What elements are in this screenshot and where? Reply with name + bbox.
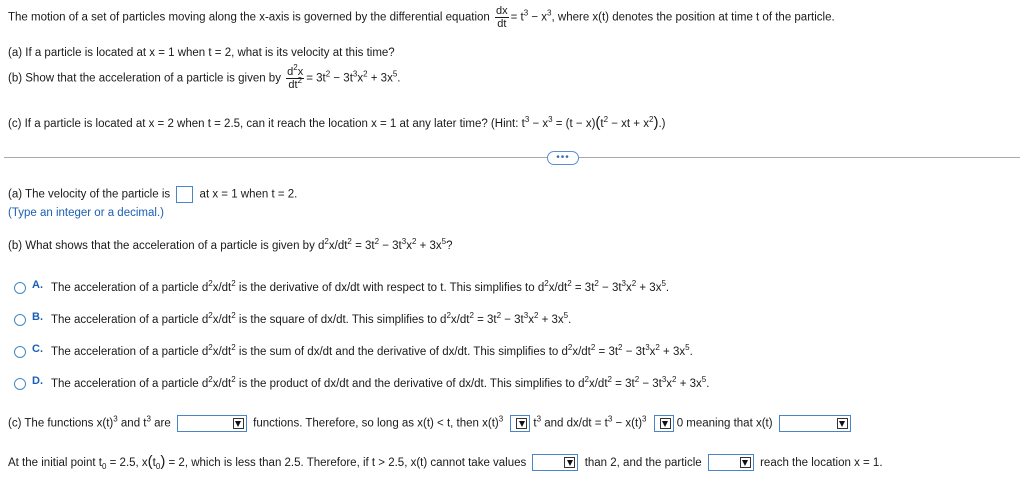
answer-a-line: (a) The velocity of the particle is at x… — [8, 186, 297, 203]
more-button[interactable]: ••• — [547, 151, 579, 165]
comparison-select-2[interactable] — [653, 415, 674, 432]
functions-type-select[interactable] — [176, 415, 247, 432]
velocity-input[interactable] — [176, 186, 194, 203]
option-c-radio[interactable] — [14, 346, 26, 358]
chevron-down-icon — [232, 418, 244, 429]
answer-c-line2: At the initial point t0 = 2.5, x(t0) = 2… — [8, 453, 883, 472]
intro-text: The motion of a set of particles moving … — [8, 11, 490, 24]
reach-select[interactable] — [707, 454, 754, 472]
part-a-question: (a) If a particle is located at x = 1 wh… — [8, 47, 395, 59]
option-a-radio[interactable] — [14, 282, 26, 294]
chevron-down-icon — [659, 418, 671, 429]
option-c[interactable]: C. The acceleration of a particle d2x/dt2… — [14, 343, 693, 358]
monotonic-select[interactable] — [778, 415, 851, 432]
chevron-down-icon — [564, 457, 576, 469]
chevron-down-icon — [836, 418, 848, 429]
answer-a-hint: (Type an integer or a decimal.) — [8, 207, 164, 219]
chevron-down-icon — [739, 457, 751, 469]
part-c-question: (c) If a particle is located at x = 2 wh… — [8, 114, 666, 131]
option-b-radio[interactable] — [14, 314, 26, 326]
part-b-question: (b) Show that the acceleration of a part… — [8, 63, 401, 92]
answer-c-line1: (c) The functions x(t)3 and t3 are funct… — [8, 415, 854, 432]
option-b[interactable]: B. The acceleration of a particle d2x/dt2… — [14, 311, 571, 326]
comparison-select-1[interactable] — [510, 415, 531, 432]
option-d-radio[interactable] — [14, 378, 26, 390]
values-select[interactable] — [532, 454, 579, 472]
chevron-down-icon — [516, 418, 528, 429]
divider — [4, 157, 1020, 158]
intro-line: The motion of a set of particles moving … — [8, 5, 835, 30]
option-a[interactable]: A. The acceleration of a particle d2x/dt2… — [14, 279, 669, 294]
option-d[interactable]: D. The acceleration of a particle d2x/dt2… — [14, 375, 709, 390]
answer-b-question: (b) What shows that the acceleration of … — [8, 237, 453, 253]
acceleration-fraction: d2x dt2 — [286, 63, 305, 91]
dx-dt-fraction: dx dt — [495, 5, 509, 30]
